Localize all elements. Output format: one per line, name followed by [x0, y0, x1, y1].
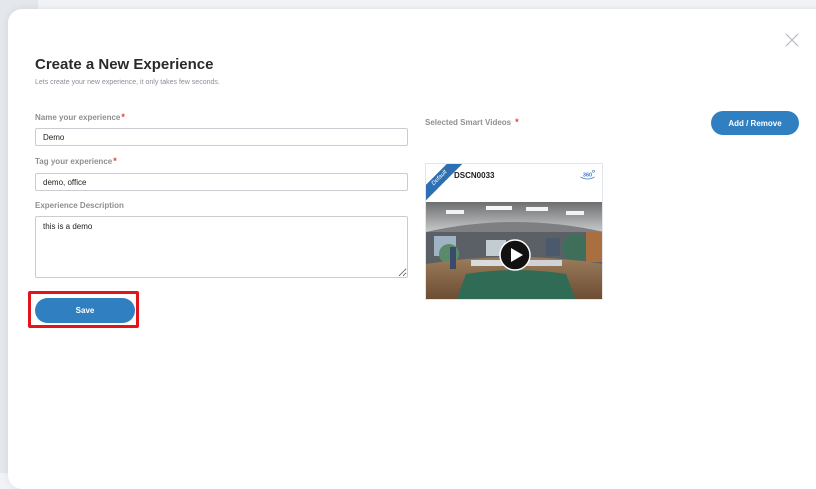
name-label: Name your experience* [35, 112, 125, 122]
360-icon: 360 [580, 169, 595, 180]
save-button[interactable]: Save [35, 298, 135, 323]
close-icon[interactable] [784, 32, 800, 48]
video-name: DSCN0033 [454, 171, 495, 180]
360-badge-text: 360 [583, 173, 592, 179]
experience-description-textarea[interactable]: this is a demo [35, 216, 408, 278]
description-label-text: Experience Description [35, 201, 124, 210]
required-mark: * [515, 117, 519, 127]
tag-label: Tag your experience* [35, 156, 117, 166]
modal-title: Create a New Experience [35, 56, 214, 73]
required-mark: * [121, 112, 125, 122]
tag-label-text: Tag your experience [35, 157, 113, 166]
selected-videos-label: Selected Smart Videos * [425, 117, 519, 127]
play-icon[interactable] [499, 239, 531, 271]
default-ribbon-text: Default [426, 164, 462, 200]
selected-videos-label-text: Selected Smart Videos [425, 118, 512, 127]
required-mark: * [113, 156, 117, 166]
name-label-text: Name your experience [35, 113, 121, 122]
experience-name-input[interactable] [35, 128, 408, 146]
description-label: Experience Description [35, 201, 124, 210]
experience-tag-input[interactable] [35, 173, 408, 191]
modal-subtitle: Lets create your new experience, it only… [35, 79, 220, 86]
video-card[interactable]: Default DSCN0033 360 [425, 163, 603, 300]
add-remove-videos-button[interactable]: Add / Remove [711, 111, 799, 135]
default-ribbon: Default [426, 164, 462, 200]
